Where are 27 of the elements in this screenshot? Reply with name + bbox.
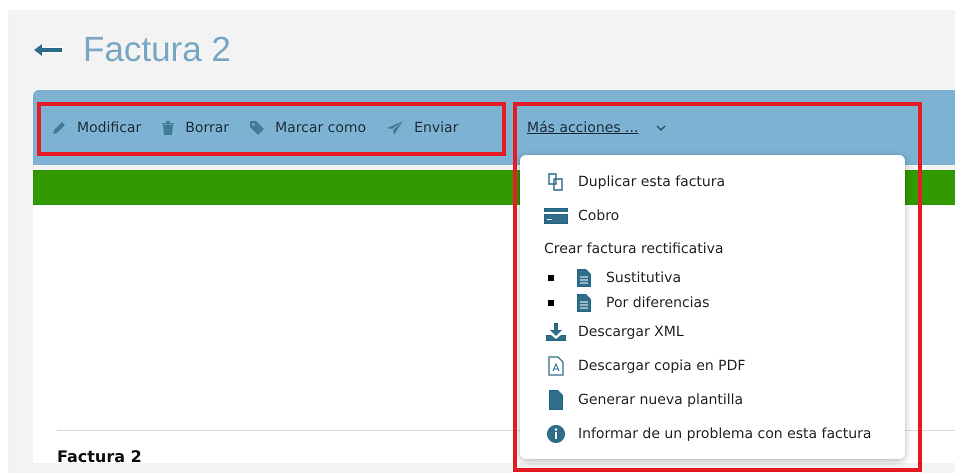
bullet-icon	[548, 300, 554, 306]
tag-icon	[249, 120, 266, 136]
menu-item[interactable]: Por diferencias	[606, 294, 710, 310]
trash-icon	[161, 120, 176, 136]
menu-item[interactable]: Duplicar esta factura	[578, 174, 726, 190]
menu-section-label: Crear factura rectificativa	[543, 240, 724, 259]
toolbar-button[interactable]: Enviar	[378, 116, 466, 140]
info-icon	[544, 425, 568, 443]
menu-item[interactable]: Informar de un problema con esta factura	[578, 426, 872, 442]
toolbar-button[interactable]: Marcar como	[241, 116, 374, 140]
menu-item[interactable]: Descargar XML	[578, 324, 684, 340]
toolbar-button[interactable]: Borrar	[153, 116, 238, 140]
pencil-icon	[51, 120, 67, 136]
chevron-down-icon	[656, 124, 666, 130]
credit-card-icon	[544, 208, 568, 224]
menu-item[interactable]: Descargar copia en PDF	[578, 358, 746, 374]
paper-plane-icon	[386, 120, 404, 136]
more-actions-dropdown[interactable]: Más acciones ...	[519, 116, 674, 140]
download-icon	[544, 323, 568, 341]
menu-item[interactable]: Cobro	[578, 208, 620, 224]
document-heading: Factura 2	[57, 447, 142, 466]
menu-item[interactable]: Sustitutiva	[606, 270, 682, 286]
menu-item[interactable]: Generar nueva plantilla	[578, 392, 744, 408]
toolbar-button[interactable]: Modificar	[43, 116, 150, 140]
page-title: Factura 2	[83, 30, 231, 70]
back-arrow-icon[interactable]	[33, 43, 63, 57]
bullet-icon	[548, 274, 554, 280]
